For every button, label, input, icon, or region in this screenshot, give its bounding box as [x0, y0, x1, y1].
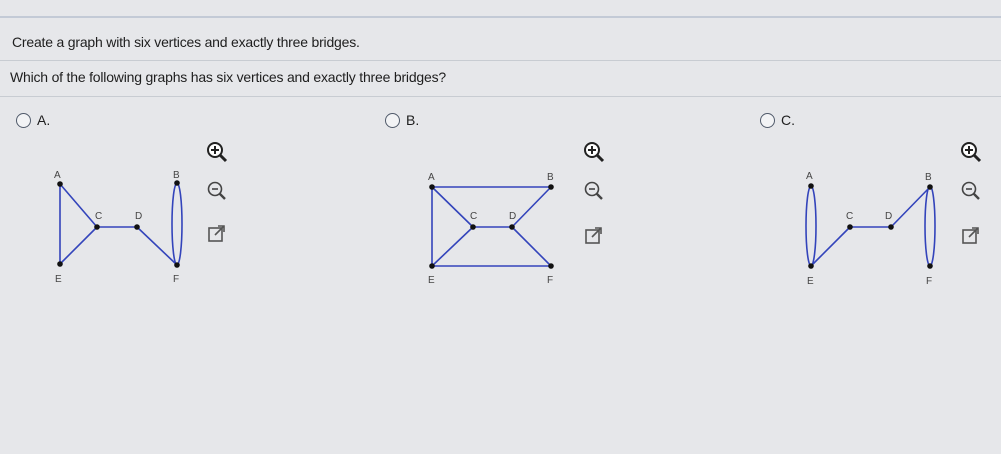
graph-c: A B C D E F: [805, 171, 936, 287]
edge-e-c: [431, 226, 474, 267]
edge-b-f-double: [171, 182, 183, 266]
vertex-label-d: D: [135, 211, 142, 222]
edge-d-f: [136, 226, 178, 266]
vertex-e: [57, 261, 63, 267]
vertex-d: [509, 224, 515, 230]
vertex-label-d: D: [885, 211, 892, 222]
option-b[interactable]: B.: [385, 112, 419, 128]
vertex-c: [847, 224, 853, 230]
popout-icon[interactable]: [583, 224, 605, 246]
option-c-radio[interactable]: [760, 112, 775, 128]
zoom-out-icon[interactable]: [960, 180, 982, 202]
vertex-label-b: B: [547, 172, 554, 183]
vertex-b: [174, 180, 180, 186]
prompt-divider: [0, 96, 1001, 97]
edge-a-c: [59, 183, 98, 228]
edge-e-c: [59, 226, 98, 265]
zoom-out-icon[interactable]: [206, 180, 228, 202]
vertex-label-e: E: [55, 274, 62, 285]
vertex-e: [808, 263, 814, 269]
vertex-f: [548, 263, 554, 269]
vertex-f: [927, 263, 933, 269]
vertex-label-e: E: [807, 276, 814, 287]
edge-e-c: [810, 226, 851, 267]
vertex-label-f: F: [173, 274, 179, 285]
edge-d-f: [511, 226, 552, 267]
vertex-b: [548, 184, 554, 190]
vertex-label-f: F: [926, 276, 932, 287]
vertex-c: [470, 224, 476, 230]
vertex-label-a: A: [54, 170, 61, 181]
vertex-b: [927, 184, 933, 190]
vertex-d: [888, 224, 894, 230]
edge-b-f-double: [924, 185, 936, 267]
question-prompt: Which of the following graphs has six ve…: [10, 69, 446, 85]
graph-a: A B C D E F: [54, 170, 183, 285]
vertex-c: [94, 224, 100, 230]
vertex-a: [57, 181, 63, 187]
vertex-f: [174, 262, 180, 268]
option-c[interactable]: C.: [760, 112, 795, 128]
edge-d-b: [890, 186, 931, 228]
option-b-radio[interactable]: [385, 112, 400, 128]
zoom-in-icon[interactable]: [583, 141, 605, 163]
vertex-label-c: C: [470, 211, 477, 222]
zoom-in-icon[interactable]: [960, 141, 982, 163]
vertex-label-c: C: [95, 211, 102, 222]
edge-a-e-double: [805, 185, 817, 267]
option-a[interactable]: A.: [16, 112, 50, 128]
option-a-label: A.: [37, 112, 51, 128]
vertex-label-d: D: [509, 211, 516, 222]
option-c-label: C.: [781, 112, 795, 128]
vertex-a: [808, 183, 814, 189]
vertex-label-a: A: [806, 171, 813, 182]
option-b-label: B.: [406, 112, 420, 128]
vertex-label-c: C: [846, 211, 853, 222]
vertex-label-b: B: [173, 170, 180, 181]
zoom-out-icon[interactable]: [583, 180, 605, 202]
popout-icon[interactable]: [206, 222, 228, 244]
top-divider: [0, 16, 1001, 18]
question-title: Create a graph with six vertices and exa…: [12, 34, 360, 50]
graph-b: A B C D E F: [428, 172, 554, 286]
vertex-d: [134, 224, 140, 230]
edge-d-b: [511, 186, 552, 228]
vertex-label-b: B: [925, 172, 932, 183]
vertex-a: [429, 184, 435, 190]
popout-icon[interactable]: [960, 224, 982, 246]
edge-a-c: [431, 186, 474, 228]
title-divider: [0, 60, 1001, 61]
option-a-radio[interactable]: [16, 112, 31, 128]
vertex-label-e: E: [428, 275, 435, 286]
vertex-label-a: A: [428, 172, 435, 183]
vertex-label-f: F: [547, 275, 553, 286]
vertex-e: [429, 263, 435, 269]
zoom-in-icon[interactable]: [206, 141, 228, 163]
